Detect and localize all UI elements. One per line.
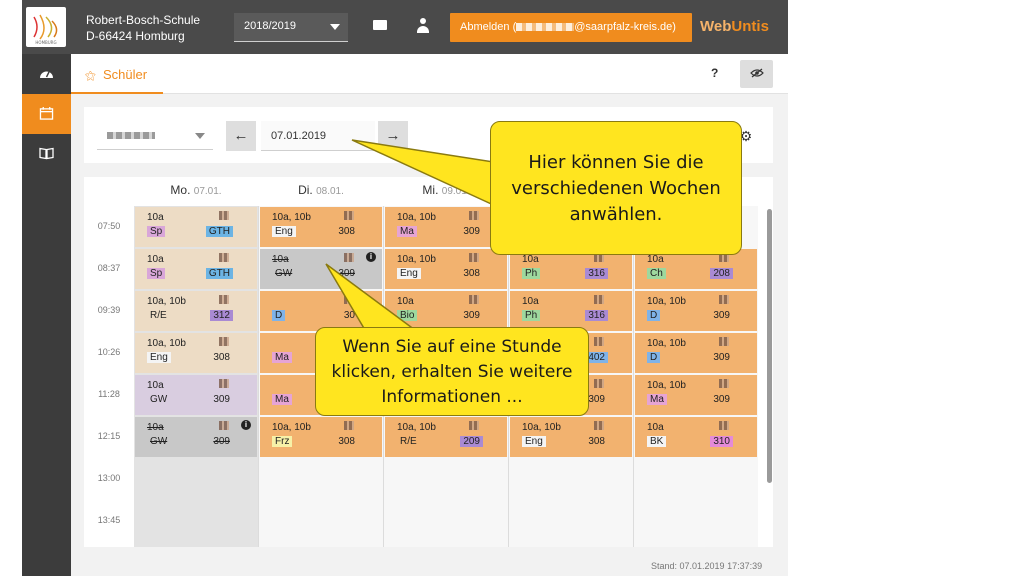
callout-lesson-line: klicken, erhalten Sie weitere — [331, 362, 573, 382]
callout-lesson-pointer — [325, 263, 418, 331]
callout-lesson-line: Informationen ... — [381, 387, 523, 407]
callout-weeks-line: anwählen. — [569, 204, 663, 225]
callout-weeks-line: verschiedenen Wochen — [511, 178, 721, 199]
callout-lesson: Wenn Sie auf eine Stunde klicken, erhalt… — [315, 327, 589, 416]
callout-weeks-line: Hier können Sie die — [528, 152, 704, 173]
callout-lesson-line: Wenn Sie auf eine Stunde — [342, 337, 562, 357]
callout-pointers — [325, 139, 501, 331]
callout-weeks-pointer — [351, 139, 501, 210]
callout-weeks: Hier können Sie die verschiedenen Wochen… — [490, 121, 742, 255]
